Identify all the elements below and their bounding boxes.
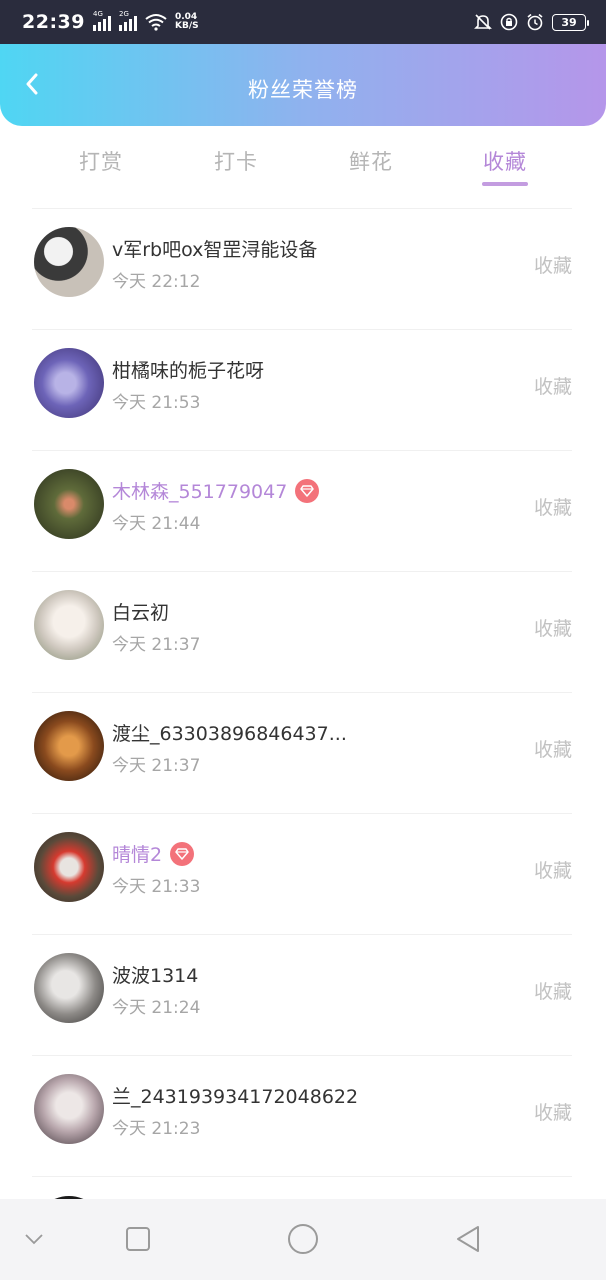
diamond-icon	[300, 484, 315, 497]
timestamp: 今天 21:33	[112, 877, 201, 897]
avatar[interactable]	[34, 832, 104, 902]
page-title: 粉丝荣誉榜	[248, 78, 358, 102]
user-name: 晴情2	[112, 844, 163, 866]
timestamp: 今天 21:23	[112, 1119, 201, 1139]
signal-2g-icon: 2G	[118, 10, 137, 31]
action-label: 收藏	[533, 255, 572, 277]
user-name: 波波1314	[112, 965, 199, 987]
user-name: 白云初	[112, 602, 170, 624]
action-label: 收藏	[533, 618, 572, 640]
list-item[interactable]: 白云初 今天 21:37 收藏	[0, 572, 606, 693]
active-tab-indicator	[482, 182, 528, 186]
avatar[interactable]	[34, 227, 104, 297]
signal-4g-icon: 4G	[92, 10, 111, 31]
divider	[32, 1176, 572, 1177]
status-bar: 22:39 4G 2G 0.04 KB/S 39	[0, 0, 606, 44]
action-label: 收藏	[533, 497, 572, 519]
chevron-down-icon	[25, 1234, 43, 1245]
lock-rotation-icon	[500, 13, 518, 31]
action-label: 收藏	[533, 376, 572, 398]
timestamp: 今天 21:24	[112, 998, 201, 1018]
list-item[interactable]: 兰_243193934172048622 今天 21:23 收藏	[0, 1056, 606, 1177]
avatar[interactable]	[34, 1074, 104, 1144]
timestamp: 今天 22:12	[112, 272, 201, 292]
list-item[interactable]: 渡尘_63303896846437... 今天 21:37 收藏	[0, 693, 606, 814]
square-icon	[126, 1227, 150, 1251]
circle-icon	[288, 1224, 318, 1254]
user-name: 渡尘_63303896846437...	[112, 723, 347, 745]
timestamp: 今天 21:53	[112, 393, 201, 413]
timestamp: 今天 21:44	[112, 514, 201, 534]
list-item[interactable]: 波波1314 今天 21:24 收藏	[0, 935, 606, 1056]
avatar[interactable]	[34, 348, 104, 418]
nav-hide-button[interactable]	[16, 1221, 52, 1257]
bell-off-icon	[474, 14, 492, 30]
user-name: 柑橘味的栀子花呀	[112, 360, 265, 382]
diamond-icon	[175, 847, 189, 860]
user-name: 木林森_551779047	[112, 481, 288, 503]
avatar[interactable]	[34, 711, 104, 781]
nav-back-button[interactable]	[450, 1221, 486, 1257]
user-name: v军rb吧ox智罡浔能设备	[112, 239, 318, 261]
list-item[interactable]: 木林森_551779047 今天 21:44 收藏	[0, 451, 606, 572]
tab-bar: 打赏 打卡 鲜花 收藏	[0, 126, 606, 210]
tab-reward[interactable]: 打赏	[61, 146, 141, 176]
system-nav-bar	[0, 1199, 606, 1280]
action-label: 收藏	[533, 739, 572, 761]
avatar[interactable]	[34, 590, 104, 660]
wifi-icon	[145, 14, 167, 31]
action-label: 收藏	[533, 1102, 572, 1124]
fan-list: v军rb吧ox智罡浔能设备 今天 22:12 收藏 柑橘味的栀子花呀 今天 21…	[0, 209, 606, 1177]
action-label: 收藏	[533, 860, 572, 882]
list-item[interactable]: 晴情2 今天 21:33 收藏	[0, 814, 606, 935]
battery-indicator: 39	[552, 13, 589, 31]
status-time: 22:39	[22, 11, 85, 33]
page-header: 粉丝荣誉榜	[0, 44, 606, 126]
network-speed: 0.04 KB/S	[174, 12, 199, 31]
timestamp: 今天 21:37	[112, 635, 201, 655]
avatar[interactable]	[34, 953, 104, 1023]
list-item[interactable]: 柑橘味的栀子花呀 今天 21:53 收藏	[0, 330, 606, 451]
list-item[interactable]: v军rb吧ox智罡浔能设备 今天 22:12 收藏	[0, 209, 606, 330]
nav-recents-button[interactable]	[120, 1221, 156, 1257]
vip-badge	[170, 841, 195, 866]
vip-badge	[295, 478, 320, 503]
avatar[interactable]	[34, 469, 104, 539]
tab-flowers[interactable]: 鲜花	[331, 146, 411, 176]
alarm-icon	[527, 13, 543, 31]
nav-home-button[interactable]	[285, 1221, 321, 1257]
tab-favorites[interactable]: 收藏	[465, 146, 545, 176]
user-name: 兰_243193934172048622	[112, 1086, 359, 1108]
action-label: 收藏	[533, 981, 572, 1003]
tab-checkin[interactable]: 打卡	[196, 146, 276, 176]
triangle-back-icon	[457, 1226, 479, 1252]
timestamp: 今天 21:37	[112, 756, 201, 776]
